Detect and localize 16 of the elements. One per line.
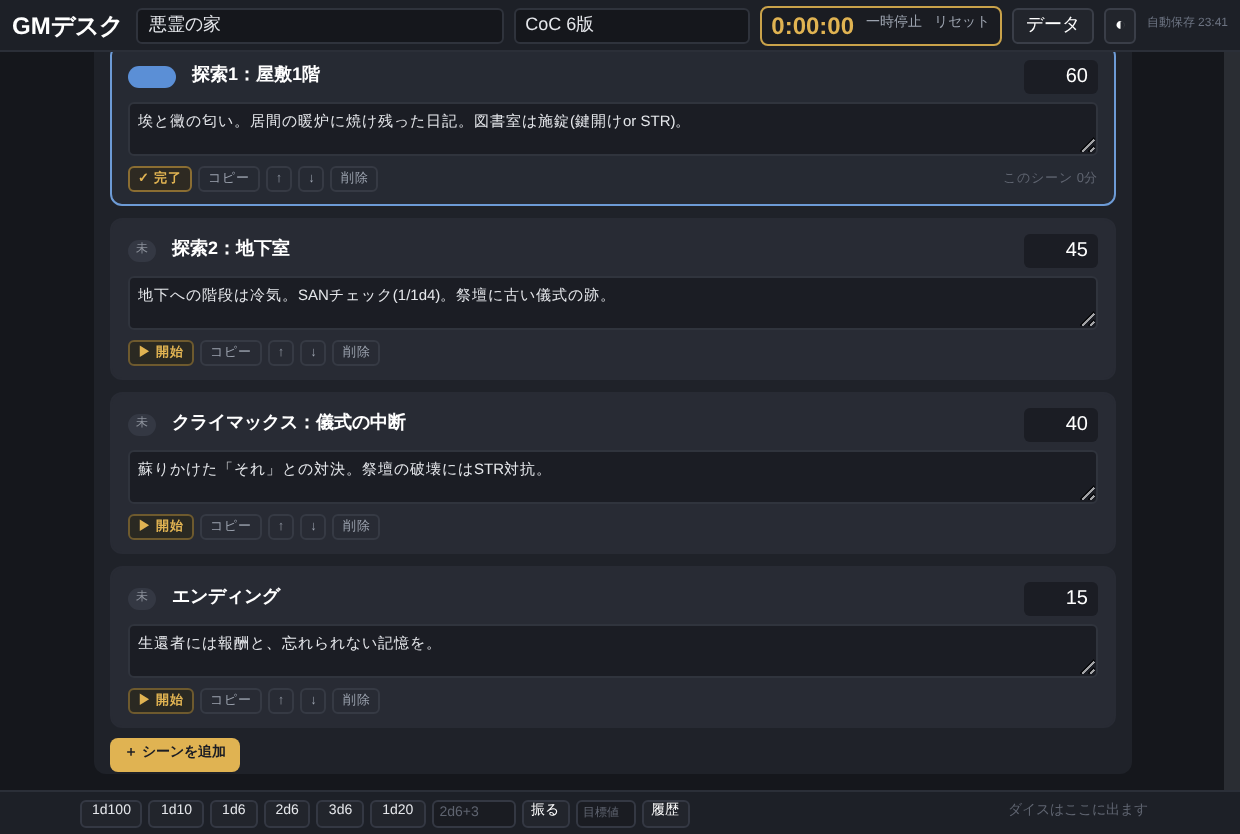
data-button[interactable]: データ [1012, 7, 1095, 43]
scene-title: エンディング [172, 584, 283, 611]
scrollbar[interactable] [1224, 52, 1240, 790]
minutes-field[interactable]: 15 [1024, 581, 1098, 615]
scene-title: 探索1：屋敷1階 [192, 62, 323, 89]
minutes-field[interactable]: 40 [1024, 407, 1098, 441]
app-title: GMデスク [12, 9, 123, 43]
theme-toggle[interactable]: ◐ [1104, 7, 1137, 43]
scenario-field[interactable]: 悪霊の家 [136, 7, 504, 43]
scene-title: クライマックス：儀式の中断 [172, 410, 408, 437]
minutes-field[interactable]: 60 [1024, 59, 1098, 93]
scene-title: 探索2：地下室 [172, 236, 293, 263]
timer-display: 0:00:00 [771, 9, 855, 43]
minutes-field[interactable]: 45 [1024, 233, 1098, 267]
system-field[interactable]: CoC 6版 [513, 7, 750, 43]
status-badge [128, 65, 176, 87]
